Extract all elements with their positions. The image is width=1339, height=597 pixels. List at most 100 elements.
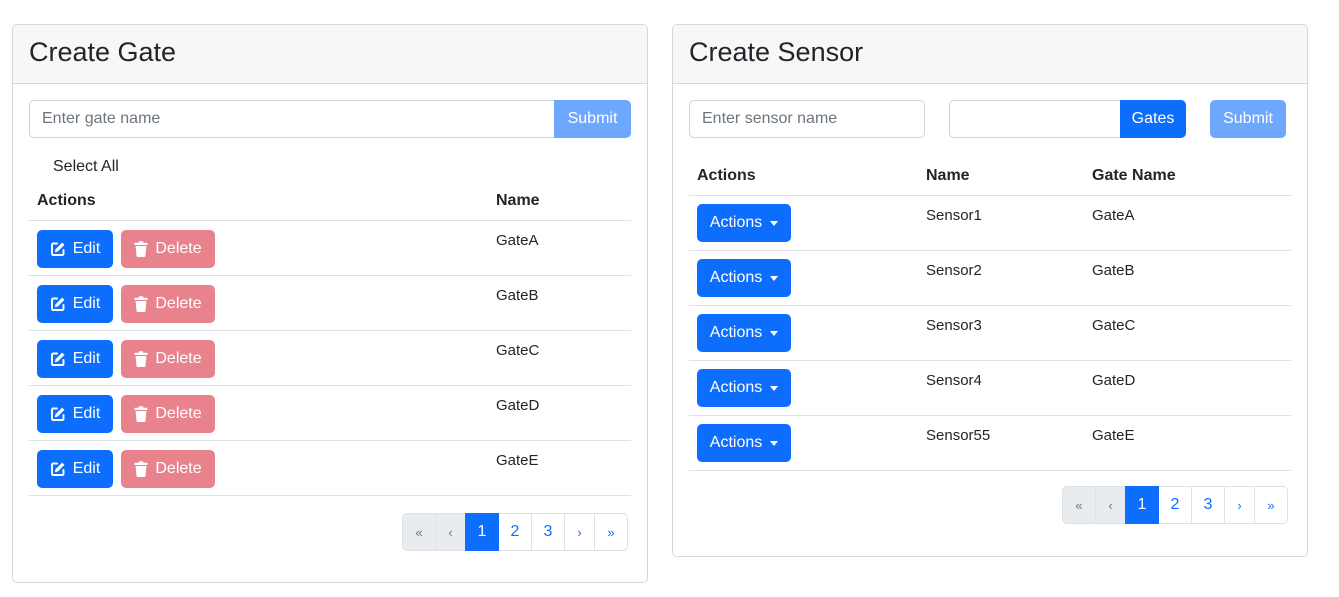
edit-square-icon: [50, 406, 66, 422]
edit-square-icon: [50, 296, 66, 312]
actions-dropdown-button[interactable]: Actions: [697, 259, 791, 297]
gate-name-cell: GateD: [496, 397, 540, 414]
gate-card-title: Create Gate: [29, 37, 177, 67]
page-1-button[interactable]: 1: [1125, 486, 1159, 524]
gate-name-input[interactable]: [29, 100, 559, 138]
select-all-label[interactable]: Select All: [53, 158, 119, 176]
sensor-gate-cell: GateC: [1092, 317, 1136, 334]
create-gate-card: Create Gate Submit Select All Actions Na…: [12, 24, 648, 583]
delete-button-label: Delete: [155, 405, 202, 422]
page-2-button[interactable]: 2: [498, 513, 532, 551]
edit-button[interactable]: Edit: [37, 285, 113, 323]
gate-submit-button[interactable]: Submit: [554, 100, 631, 138]
delete-button-label: Delete: [155, 295, 202, 312]
sensor-table-header: Actions Name Gate Name: [689, 158, 1291, 196]
delete-button[interactable]: Delete: [121, 450, 215, 488]
sensor-pagination: «‹ 1 2 3 ›»: [1062, 486, 1288, 524]
delete-button[interactable]: Delete: [121, 340, 215, 378]
sensor-col-gate-name: Gate Name: [1092, 167, 1176, 184]
gate-col-name: Name: [496, 192, 540, 209]
sensor-name-input[interactable]: [689, 100, 925, 138]
sensor-gate-cell: GateE: [1092, 427, 1135, 444]
trash-icon: [134, 406, 148, 422]
actions-dropdown-button[interactable]: Actions: [697, 204, 791, 242]
first-page-button[interactable]: «: [402, 513, 436, 551]
delete-button[interactable]: Delete: [121, 395, 215, 433]
trash-icon: [134, 296, 148, 312]
table-row: Edit Delete GateE: [29, 441, 631, 496]
edit-square-icon: [50, 241, 66, 257]
page-3-button[interactable]: 3: [531, 513, 565, 551]
edit-button[interactable]: Edit: [37, 340, 113, 378]
table-row: Edit Delete GateD: [29, 386, 631, 441]
sensor-submit-button[interactable]: Submit: [1210, 100, 1286, 138]
gate-name-cell: GateE: [496, 452, 539, 469]
edit-button-label: Edit: [72, 295, 101, 312]
trash-icon: [134, 351, 148, 367]
next-page-button[interactable]: ›: [1224, 486, 1255, 524]
edit-button[interactable]: Edit: [37, 395, 113, 433]
table-row: Actions Sensor55 GateE: [689, 416, 1291, 471]
edit-button[interactable]: Edit: [37, 450, 113, 488]
prev-page-button[interactable]: ‹: [435, 513, 466, 551]
next-page-button[interactable]: ›: [564, 513, 595, 551]
gate-select-input[interactable]: [949, 100, 1127, 138]
sensor-name-cell: Sensor2: [926, 262, 982, 279]
sensor-gate-cell: GateA: [1092, 207, 1135, 224]
gate-card-header: Create Gate: [13, 25, 647, 84]
table-row: Actions Sensor2 GateB: [689, 251, 1291, 306]
gate-table-header: Actions Name: [29, 183, 631, 221]
caret-down-icon: [770, 275, 779, 281]
edit-button[interactable]: Edit: [37, 230, 113, 268]
actions-button-label: Actions: [709, 214, 763, 231]
delete-button[interactable]: Delete: [121, 285, 215, 323]
edit-button-label: Edit: [72, 405, 101, 422]
page-2-button[interactable]: 2: [1158, 486, 1192, 524]
delete-button-label: Delete: [155, 350, 202, 367]
actions-button-label: Actions: [709, 269, 763, 286]
caret-down-icon: [770, 385, 779, 391]
actions-button-label: Actions: [709, 324, 763, 341]
create-sensor-card: Create Sensor Gates Submit Actions Name …: [672, 24, 1308, 557]
actions-dropdown-button[interactable]: Actions: [697, 314, 791, 352]
gates-button[interactable]: Gates: [1120, 100, 1186, 138]
actions-dropdown-button[interactable]: Actions: [697, 369, 791, 407]
table-row: Edit Delete GateB: [29, 276, 631, 331]
edit-square-icon: [50, 351, 66, 367]
delete-button-label: Delete: [155, 240, 202, 257]
gate-pagination: «‹ 1 2 3 ›»: [402, 513, 628, 551]
caret-down-icon: [770, 220, 779, 226]
caret-down-icon: [770, 440, 779, 446]
sensor-name-cell: Sensor55: [926, 427, 991, 444]
sensor-card-title: Create Sensor: [689, 37, 864, 67]
trash-icon: [134, 241, 148, 257]
sensor-gate-cell: GateB: [1092, 262, 1135, 279]
table-row: Edit Delete GateC: [29, 331, 631, 386]
delete-button[interactable]: Delete: [121, 230, 215, 268]
sensor-name-cell: Sensor4: [926, 372, 982, 389]
table-row: Actions Sensor3 GateC: [689, 306, 1291, 361]
sensor-name-cell: Sensor3: [926, 317, 982, 334]
delete-button-label: Delete: [155, 460, 202, 477]
gate-col-actions: Actions: [37, 192, 96, 209]
gate-name-cell: GateA: [496, 232, 539, 249]
trash-icon: [134, 461, 148, 477]
edit-button-label: Edit: [72, 350, 101, 367]
page-3-button[interactable]: 3: [1191, 486, 1225, 524]
first-page-button[interactable]: «: [1062, 486, 1096, 524]
table-row: Actions Sensor1 GateA: [689, 196, 1291, 251]
edit-square-icon: [50, 461, 66, 477]
gate-name-cell: GateB: [496, 287, 539, 304]
caret-down-icon: [770, 330, 779, 336]
sensor-gate-cell: GateD: [1092, 372, 1136, 389]
prev-page-button[interactable]: ‹: [1095, 486, 1126, 524]
last-page-button[interactable]: »: [594, 513, 628, 551]
page-1-button[interactable]: 1: [465, 513, 499, 551]
actions-dropdown-button[interactable]: Actions: [697, 424, 791, 462]
edit-button-label: Edit: [72, 240, 101, 257]
last-page-button[interactable]: »: [1254, 486, 1288, 524]
actions-button-label: Actions: [709, 434, 763, 451]
sensor-col-name: Name: [926, 167, 970, 184]
actions-button-label: Actions: [709, 379, 763, 396]
edit-button-label: Edit: [72, 460, 101, 477]
